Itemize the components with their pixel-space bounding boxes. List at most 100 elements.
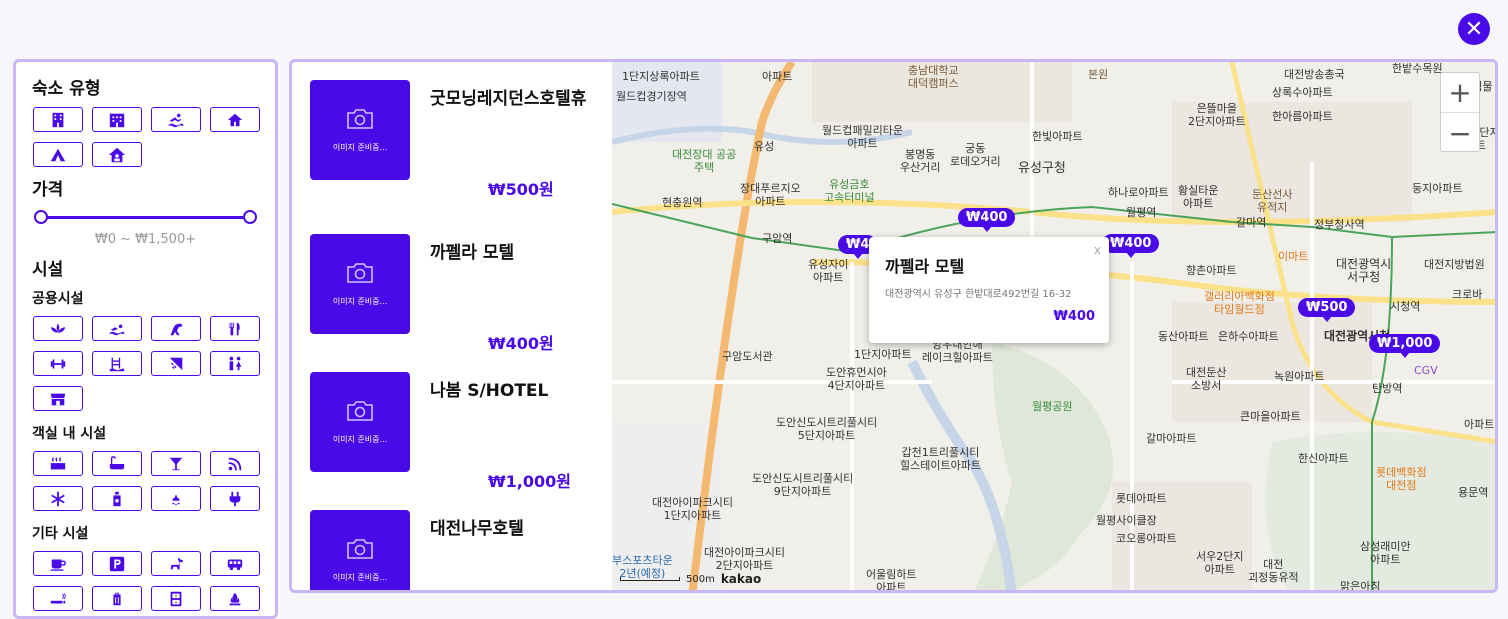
no-image-text: 이미지 준비중... [332,572,388,582]
map-label: 탄방역 [1372,382,1403,395]
map-label: 용문역 [1458,486,1489,499]
restaurant-icon[interactable] [210,316,260,341]
popup-price: ₩400 [1053,309,1095,324]
map-label: 갤러리아백화점 타임월드점 [1204,290,1275,316]
lodging-name[interactable]: 굿모닝레지던스호텔휴 [430,90,590,109]
lodging-list: 이미지 준비중... 굿모닝레지던스호텔휴 ₩500원 이미지 준비중... 까… [292,62,612,590]
pool-icon[interactable] [92,316,142,341]
camera-icon [347,262,373,283]
bathtub-icon[interactable] [92,451,142,476]
lodging-name[interactable]: 나봄 S/HOTEL [430,382,590,401]
price-marker[interactable]: ₩1,000 [1369,334,1441,358]
map-label: 한아름아파트 [1272,110,1333,123]
locker-icon[interactable] [151,586,201,611]
house-icon[interactable] [210,107,260,132]
zoom-out-button[interactable]: − [1441,113,1479,153]
map-label: 1단지아파트 [854,348,912,361]
map-label: 1단지상록아파트 [622,70,700,83]
price-marker[interactable]: ₩500 [1298,298,1356,322]
map-label: 향촌아파트 [1186,264,1237,277]
lodging-name[interactable]: 까펠라 모텔 [430,244,590,263]
kakao-logo: kakao [720,572,762,586]
map-label: 이마트 [1278,250,1309,263]
guesthouse-icon[interactable] [92,142,142,167]
map-label: 아파트 [762,70,793,83]
lodging-price: ₩1,000원 [488,472,571,491]
map-label: 삼성래미안 아파트 [1360,540,1411,566]
price-marker[interactable]: ₩400 [958,208,1016,232]
lodging-card[interactable]: 이미지 준비중... 대전나무호텔 [310,510,600,590]
room-facility-title: 객실 내 시설 [32,426,107,442]
map-label: 봉명동 우산거리 [900,148,941,174]
camera-icon [347,400,373,421]
map-label: 구암도서관 [722,350,773,363]
resort-icon[interactable] [151,107,201,132]
map-label: 대전광역시 서구청 [1336,257,1392,284]
price-marker[interactable]: ₩400 [1102,234,1160,258]
shuttle-icon[interactable] [210,551,260,576]
price-max-handle[interactable] [243,210,257,224]
amenities-icon[interactable] [92,486,142,511]
map-label: 한빛아파트 [1032,130,1083,143]
map-label: 시청역 [1390,300,1421,313]
map-label: 도안신도시트리풀시티 5단지아파트 [776,416,878,442]
parking-icon[interactable] [92,551,142,576]
map-info-popup[interactable]: 까펠라 모텔 대전광역시 유성구 한밭대로492번길 16-32 ₩400 x [869,237,1109,343]
air-conditioner-icon[interactable] [33,486,83,511]
shower-room-icon[interactable] [151,351,201,376]
map-view[interactable]: 1단지상록아파트 월드컵경기장역 아파트 충남대학교 대덕캠퍼스 본원 대전방송… [612,62,1495,590]
map-label: 대전아이파크시티 2단지아파트 [704,546,785,572]
price-slider[interactable] [34,208,257,228]
lodging-thumbnail: 이미지 준비중... [310,234,410,334]
bath-icon[interactable] [33,451,83,476]
popup-close-button[interactable]: x [1094,243,1101,257]
price-title: 가격 [32,180,64,200]
store-icon[interactable] [33,386,83,411]
map-label: 월드컵패밀리타운 아파트 [822,124,903,150]
lounge-icon[interactable] [92,351,142,376]
smoking-icon[interactable] [33,586,83,611]
bar-icon[interactable] [151,451,201,476]
lodging-name[interactable]: 대전나무호텔 [430,520,590,539]
motel-icon[interactable] [92,107,142,132]
lodging-thumbnail: 이미지 준비중... [310,372,410,472]
lodging-card[interactable]: 이미지 준비중... 나봄 S/HOTEL ₩1,000원 [310,372,600,492]
map-label: 월평사이클장 [1096,514,1157,527]
map-label: 하나로아파트 [1108,186,1169,199]
luggage-icon[interactable] [92,586,142,611]
lodging-type-title: 숙소 유형 [32,79,101,99]
close-button[interactable]: ✕ [1458,13,1490,45]
breakfast-icon[interactable] [33,551,83,576]
fitness-icon[interactable] [33,351,83,376]
plug-icon[interactable] [210,486,260,511]
lodging-card[interactable]: 이미지 준비중... 굿모닝레지던스호텔휴 ₩500원 [310,80,600,200]
fireplace-icon[interactable] [210,586,260,611]
map-label: 도안휴먼시아 4단지아파트 [826,366,887,392]
restroom-icon[interactable] [210,351,260,376]
sauna-icon[interactable] [151,316,201,341]
map-label: 동산아파트 [1158,330,1209,343]
pet-icon[interactable] [151,551,201,576]
price-slider-track [40,216,251,219]
zoom-in-button[interactable]: + [1441,73,1479,113]
no-image-text: 이미지 준비중... [332,296,388,306]
wifi-icon[interactable] [210,451,260,476]
map-label: 월평공원 [1032,400,1073,413]
filter-panel: 숙소 유형 가격 ₩0 ~ ₩1,500+ 시설 공용시설 객실 내 시설 기타… [13,59,278,619]
facility-title: 시설 [32,260,64,280]
price-range-text: ₩0 ~ ₩1,500+ [94,232,197,247]
lodging-card[interactable]: 이미지 준비중... 까펠라 모텔 ₩400원 [310,234,600,354]
public-facility-grid [33,316,261,411]
no-image-text: 이미지 준비중... [332,142,388,152]
hair-dryer-icon[interactable] [151,486,201,511]
spa-icon[interactable] [33,316,83,341]
map-label: 유성 [754,140,775,153]
map-label: 대전장대 공공 주택 [672,148,737,174]
map-label: 궁동 로데오거리 [950,142,1001,168]
price-min-handle[interactable] [34,210,48,224]
hotel-icon[interactable] [33,107,83,132]
map-label: 구암역 [762,232,793,245]
popup-address: 대전광역시 유성구 한밭대로492번길 16-32 [885,289,1072,300]
map-label: 둔산선사 유적지 [1252,188,1293,214]
camping-icon[interactable] [33,142,83,167]
